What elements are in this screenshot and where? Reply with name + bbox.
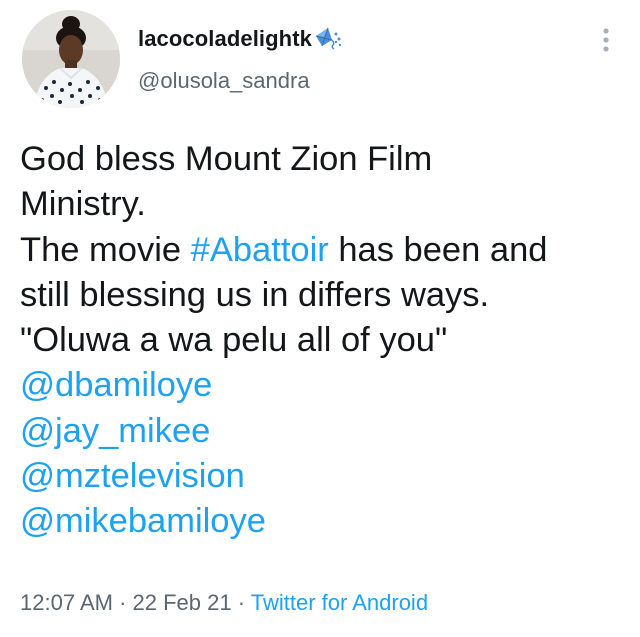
tweet-line: still blessing us in differs ways. xyxy=(20,275,490,314)
tweet-header: lacocoladelightk @olusola_sandra xyxy=(0,0,640,120)
user-handle[interactable]: @olusola_sandra xyxy=(138,68,310,94)
tweet-date[interactable]: 22 Feb 21 xyxy=(133,590,232,615)
tweet-line: Ministry. xyxy=(20,185,146,224)
tweet-source-link[interactable]: Twitter for Android xyxy=(251,590,428,615)
kite-icon xyxy=(315,27,342,50)
mention-link[interactable]: @dbamiloye xyxy=(20,363,625,408)
hashtag-link[interactable]: #Abattoir xyxy=(191,231,329,269)
tweet-line: "Oluwa a wa pelu all of you" xyxy=(20,321,448,360)
more-vertical-icon xyxy=(603,28,609,52)
user-name-row: lacocoladelightk xyxy=(138,24,344,54)
more-options-button[interactable] xyxy=(596,26,616,54)
tweet-time[interactable]: 12:07 AM xyxy=(20,590,113,615)
tweet-text-segment: The movie xyxy=(20,230,191,269)
meta-separator: · xyxy=(231,590,251,615)
meta-separator: · xyxy=(112,590,133,615)
tweet-text: God bless Mount Zion Film Ministry. The … xyxy=(20,137,625,545)
mention-link[interactable]: @jay_mikee xyxy=(20,409,625,454)
avatar-photo xyxy=(22,10,120,108)
tweet-line: The movie #Abattoir has been and xyxy=(20,228,625,273)
tweet-line: God bless Mount Zion Film xyxy=(20,140,433,178)
mention-link[interactable]: @mikebamiloye xyxy=(20,499,625,544)
avatar[interactable] xyxy=(22,10,120,108)
tweet-meta: 12:07 AM · 22 Feb 21 · Twitter for Andro… xyxy=(20,590,428,616)
display-name[interactable]: lacocoladelightk xyxy=(138,26,312,52)
tweet-text-segment: has been and xyxy=(328,230,548,269)
mention-link[interactable]: @mztelevision xyxy=(20,454,625,499)
